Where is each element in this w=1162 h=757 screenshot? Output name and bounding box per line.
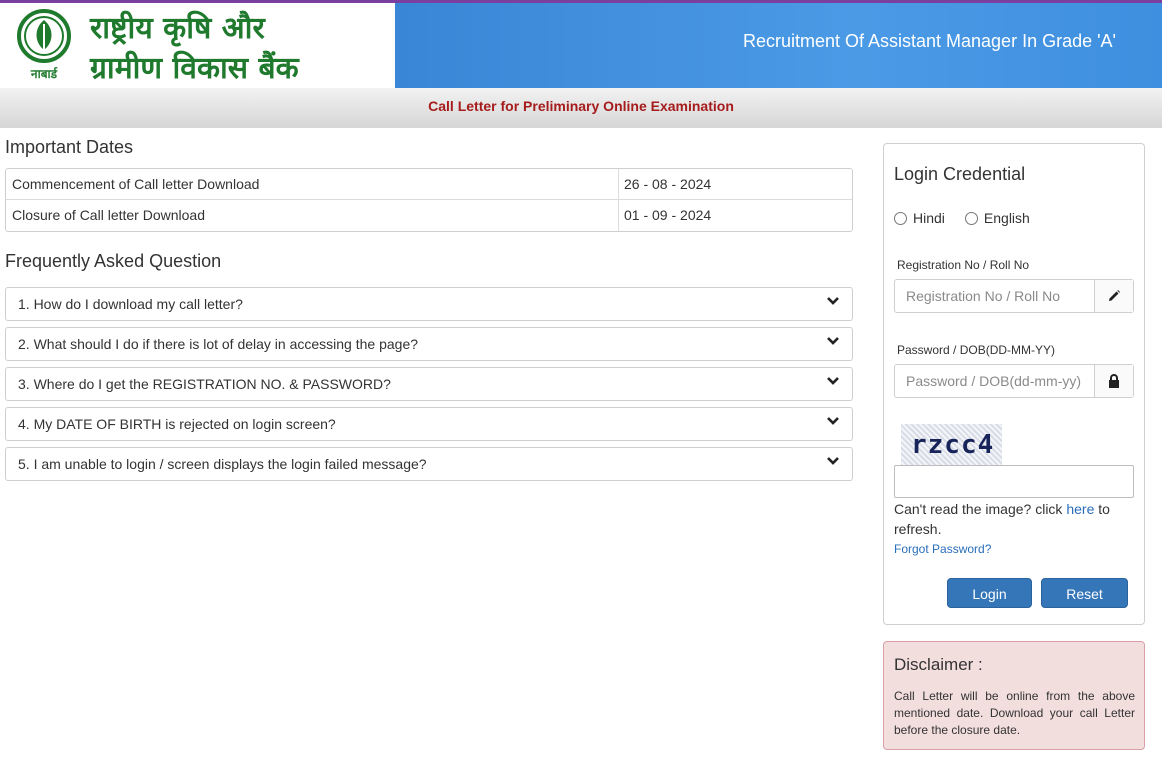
lock-icon xyxy=(1094,365,1133,397)
chevron-down-icon xyxy=(827,377,839,385)
registration-label: Registration No / Roll No xyxy=(897,258,1030,272)
captcha-input[interactable] xyxy=(894,465,1134,498)
subheader-bar: Call Letter for Preliminary Online Exami… xyxy=(0,88,1162,128)
registration-input[interactable] xyxy=(895,280,1094,312)
table-row: Closure of Call letter Download 01 - 09 … xyxy=(6,200,852,231)
login-button[interactable]: Login xyxy=(947,578,1032,608)
banner: Recruitment Of Assistant Manager In Grad… xyxy=(395,3,1162,88)
faq-question: 1. How do I download my call letter? xyxy=(18,296,243,312)
logo-area: नाबार्ड राष्ट्रीय कृषि और ग्रामीण विकास … xyxy=(0,3,395,88)
faq-item-4[interactable]: 4. My DATE OF BIRTH is rejected on login… xyxy=(5,407,853,441)
captcha-image: rzcc4 xyxy=(901,424,1002,466)
password-field xyxy=(894,364,1134,398)
disclaimer-title: Disclaimer : xyxy=(894,655,983,674)
chevron-down-icon xyxy=(827,417,839,425)
faq-item-2[interactable]: 2. What should I do if there is lot of d… xyxy=(5,327,853,361)
table-row: Commencement of Call letter Download 26 … xyxy=(6,169,852,200)
faq-question: 3. Where do I get the REGISTRATION NO. &… xyxy=(18,376,391,392)
faq-question: 4. My DATE OF BIRTH is rejected on login… xyxy=(18,416,336,432)
date-label: Closure of Call letter Download xyxy=(6,200,619,231)
chevron-down-icon xyxy=(827,337,839,345)
captcha-note-text: Can't read the image? click xyxy=(894,501,1067,517)
password-input[interactable] xyxy=(895,365,1094,397)
banner-title: Recruitment Of Assistant Manager In Grad… xyxy=(742,31,1116,51)
faq-item-5[interactable]: 5. I am unable to login / screen display… xyxy=(5,447,853,481)
pencil-icon xyxy=(1094,280,1133,312)
nabard-logo-icon: नाबार्ड xyxy=(17,9,71,81)
language-option-hindi[interactable]: Hindi xyxy=(894,210,945,226)
language-selector: Hindi English xyxy=(894,210,1050,226)
chevron-down-icon xyxy=(827,297,839,305)
faq-list: 1. How do I download my call letter? 2. … xyxy=(5,287,853,487)
header: नाबार्ड राष्ट्रीय कृषि और ग्रामीण विकास … xyxy=(0,3,1162,88)
org-name: राष्ट्रीय कृषि और ग्रामीण विकास बैंक xyxy=(90,9,299,89)
important-dates-title: Important Dates xyxy=(5,137,134,157)
captcha-note: Can't read the image? click here to refr… xyxy=(894,499,1144,539)
faq-question: 5. I am unable to login / screen display… xyxy=(18,456,427,472)
language-option-english[interactable]: English xyxy=(964,210,1030,226)
disclaimer-text: Call Letter will be online from the abov… xyxy=(894,689,1135,737)
faq-title: Frequently Asked Question xyxy=(5,251,222,271)
hindi-radio[interactable] xyxy=(894,211,907,225)
login-title: Login Credential xyxy=(894,164,1026,184)
faq-item-1[interactable]: 1. How do I download my call letter? xyxy=(5,287,853,321)
disclaimer-box: Disclaimer : Call Letter will be online … xyxy=(883,641,1145,750)
chevron-down-icon xyxy=(827,457,839,465)
captcha-refresh-link[interactable]: here xyxy=(1066,501,1094,517)
english-label: English xyxy=(983,210,1030,226)
hindi-label: Hindi xyxy=(913,210,945,226)
org-name-line2: ग्रामीण विकास बैंक xyxy=(90,51,299,86)
page-title: Call Letter for Preliminary Online Exami… xyxy=(428,98,734,114)
forgot-password-link[interactable]: Forgot Password? xyxy=(894,542,991,556)
registration-field xyxy=(894,279,1134,313)
org-name-line1: राष्ट्रीय कृषि और xyxy=(90,11,265,46)
login-panel: Login Credential Hindi English Registrat… xyxy=(883,143,1145,625)
logo-text: नाबार्ड xyxy=(30,67,58,81)
english-radio[interactable] xyxy=(964,211,978,225)
important-dates-table: Commencement of Call letter Download 26 … xyxy=(5,168,853,232)
password-label: Password / DOB(DD-MM-YY) xyxy=(897,343,1056,357)
faq-item-3[interactable]: 3. Where do I get the REGISTRATION NO. &… xyxy=(5,367,853,401)
date-value: 01 - 09 - 2024 xyxy=(624,207,712,223)
date-label: Commencement of Call letter Download xyxy=(6,169,619,199)
reset-button[interactable]: Reset xyxy=(1041,578,1128,608)
faq-question: 2. What should I do if there is lot of d… xyxy=(18,336,419,352)
date-value: 26 - 08 - 2024 xyxy=(624,176,712,192)
